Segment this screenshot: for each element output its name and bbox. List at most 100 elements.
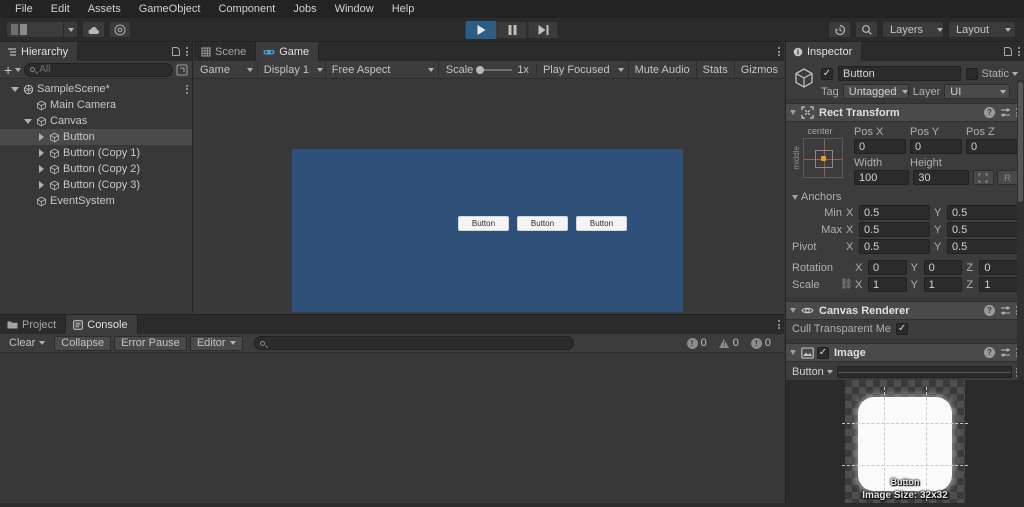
- layout-dropdown[interactable]: Layout: [948, 21, 1016, 38]
- chevron-right-icon[interactable]: [36, 133, 46, 141]
- account-button[interactable]: [6, 21, 64, 38]
- chevron-down-icon[interactable]: [15, 67, 22, 72]
- anchor-max-y-input[interactable]: 0.5: [947, 222, 1018, 237]
- pos-z-input[interactable]: 0: [966, 139, 1018, 154]
- image-source-field[interactable]: [836, 366, 1012, 378]
- tab-game[interactable]: Game: [256, 42, 320, 61]
- hierarchy-item-main-camera[interactable]: Main Camera: [0, 97, 192, 113]
- hierarchy-item-button-copy-2[interactable]: Button (Copy 2): [0, 161, 192, 177]
- pos-x-input[interactable]: 0: [854, 139, 906, 154]
- width-input[interactable]: 100: [854, 170, 910, 185]
- stats-button[interactable]: Stats: [697, 60, 735, 79]
- anchor-preset-graphic[interactable]: [803, 138, 843, 178]
- account-dropdown-caret[interactable]: [64, 21, 78, 38]
- display-dropdown[interactable]: Display 1: [258, 60, 326, 79]
- menu-item-help[interactable]: Help: [383, 0, 424, 18]
- unity-services-button[interactable]: [109, 21, 131, 38]
- foldout-arrow-icon[interactable]: [790, 110, 796, 115]
- help-icon[interactable]: ?: [984, 107, 995, 118]
- anchor-max-x-input[interactable]: 0.5: [859, 222, 930, 237]
- tab-inspector[interactable]: Inspector: [786, 42, 863, 61]
- image-source-dropdown[interactable]: Button: [792, 366, 833, 378]
- console-menu-icon[interactable]: [778, 320, 780, 329]
- scale-slider[interactable]: [476, 65, 513, 74]
- chevron-right-icon[interactable]: [36, 165, 46, 173]
- console-search-input[interactable]: [253, 336, 574, 350]
- inspector-scrollbar-thumb[interactable]: [1018, 82, 1023, 202]
- anchors-foldout[interactable]: Anchors: [792, 191, 1018, 203]
- editor-dropdown[interactable]: Editor: [189, 335, 243, 351]
- scene-menu-icon[interactable]: [186, 84, 188, 94]
- image-component-header[interactable]: Image ?: [786, 343, 1024, 362]
- aspect-dropdown[interactable]: Free Aspect: [326, 60, 439, 79]
- layer-dropdown[interactable]: UI: [944, 84, 1011, 99]
- layers-dropdown[interactable]: Layers: [882, 21, 944, 38]
- hierarchy-item-button-copy-3[interactable]: Button (Copy 3): [0, 177, 192, 193]
- history-button[interactable]: [828, 21, 851, 38]
- scale-y-input[interactable]: 1: [923, 277, 963, 292]
- rotation-y-input[interactable]: 0: [923, 260, 963, 275]
- anchor-min-x-input[interactable]: 0.5: [859, 205, 930, 220]
- lock-icon[interactable]: [172, 47, 180, 56]
- error-pause-button[interactable]: Error Pause: [114, 335, 187, 351]
- menu-item-component[interactable]: Component: [209, 0, 284, 18]
- step-button[interactable]: [527, 20, 559, 39]
- height-input[interactable]: 30: [913, 170, 969, 185]
- hierarchy-filter-icon[interactable]: [176, 63, 188, 76]
- chevron-down-icon[interactable]: [10, 86, 20, 92]
- log-counter[interactable]: ! 0: [681, 334, 713, 353]
- preset-icon[interactable]: [1000, 305, 1011, 316]
- scale-x-input[interactable]: 1: [868, 277, 907, 292]
- scale-z-input[interactable]: 1: [979, 277, 1019, 292]
- menu-item-file[interactable]: File: [6, 0, 42, 18]
- chevron-right-icon[interactable]: [36, 149, 46, 157]
- blueprint-mode-button[interactable]: [972, 170, 994, 185]
- hierarchy-item-eventsystem[interactable]: EventSystem: [0, 193, 192, 209]
- scale-slider-handle[interactable]: [476, 65, 485, 74]
- menu-item-window[interactable]: Window: [326, 0, 383, 18]
- game-ui-button-1[interactable]: Button: [458, 216, 509, 231]
- menu-item-assets[interactable]: Assets: [79, 0, 130, 18]
- menu-item-gameobject[interactable]: GameObject: [130, 0, 210, 18]
- collapse-button[interactable]: Collapse: [54, 335, 112, 351]
- anchor-preset-widget[interactable]: middle: [792, 138, 848, 178]
- hierarchy-item-samplescene[interactable]: SampleScene*: [0, 81, 192, 97]
- help-icon[interactable]: ?: [984, 347, 995, 358]
- lock-icon[interactable]: [1004, 47, 1012, 56]
- link-broken-icon[interactable]: ⛓: [840, 279, 853, 290]
- chevron-down-icon[interactable]: [1012, 71, 1018, 76]
- tab-console[interactable]: Console: [66, 315, 138, 334]
- gameobject-name-input[interactable]: Button: [838, 66, 962, 81]
- pos-y-input[interactable]: 0: [910, 139, 962, 154]
- scale-slider-group[interactable]: Scale 1x: [439, 63, 537, 76]
- tab-project[interactable]: Project: [0, 315, 67, 334]
- gameobject-enabled-checkbox[interactable]: [821, 67, 833, 80]
- tab-scene[interactable]: Scene: [194, 42, 257, 61]
- image-enabled-checkbox[interactable]: [817, 346, 829, 359]
- play-button[interactable]: [465, 20, 497, 39]
- game-ui-button-2[interactable]: Button: [517, 216, 568, 231]
- hierarchy-menu-icon[interactable]: [186, 47, 188, 56]
- game-target-dropdown[interactable]: Game: [194, 60, 258, 79]
- game-canvas[interactable]: Button Button Button: [194, 79, 784, 332]
- add-gameobject-button[interactable]: +: [4, 63, 12, 77]
- static-checkbox[interactable]: [966, 67, 979, 80]
- hierarchy-item-button[interactable]: Button: [0, 129, 192, 145]
- gizmos-button[interactable]: Gizmos: [735, 61, 784, 79]
- hierarchy-item-button-copy-1[interactable]: Button (Copy 1): [0, 145, 192, 161]
- foldout-arrow-icon[interactable]: [790, 308, 796, 313]
- pivot-y-input[interactable]: 0.5: [947, 239, 1018, 254]
- hierarchy-item-canvas[interactable]: Canvas: [0, 113, 192, 129]
- foldout-arrow-icon[interactable]: [790, 350, 796, 355]
- search-button[interactable]: [855, 21, 878, 38]
- play-mode-dropdown[interactable]: Play Focused: [537, 60, 629, 79]
- warning-counter[interactable]: 0: [713, 334, 745, 353]
- rotation-z-input[interactable]: 0: [979, 260, 1019, 275]
- chevron-right-icon[interactable]: [36, 181, 46, 189]
- hierarchy-search-input[interactable]: All: [24, 62, 173, 77]
- mute-audio-button[interactable]: Mute Audio: [629, 60, 697, 79]
- chevron-down-icon[interactable]: [23, 118, 33, 124]
- tab-hierarchy[interactable]: Hierarchy: [0, 42, 79, 61]
- preset-icon[interactable]: [1000, 347, 1011, 358]
- gameview-menu-icon[interactable]: [778, 47, 780, 56]
